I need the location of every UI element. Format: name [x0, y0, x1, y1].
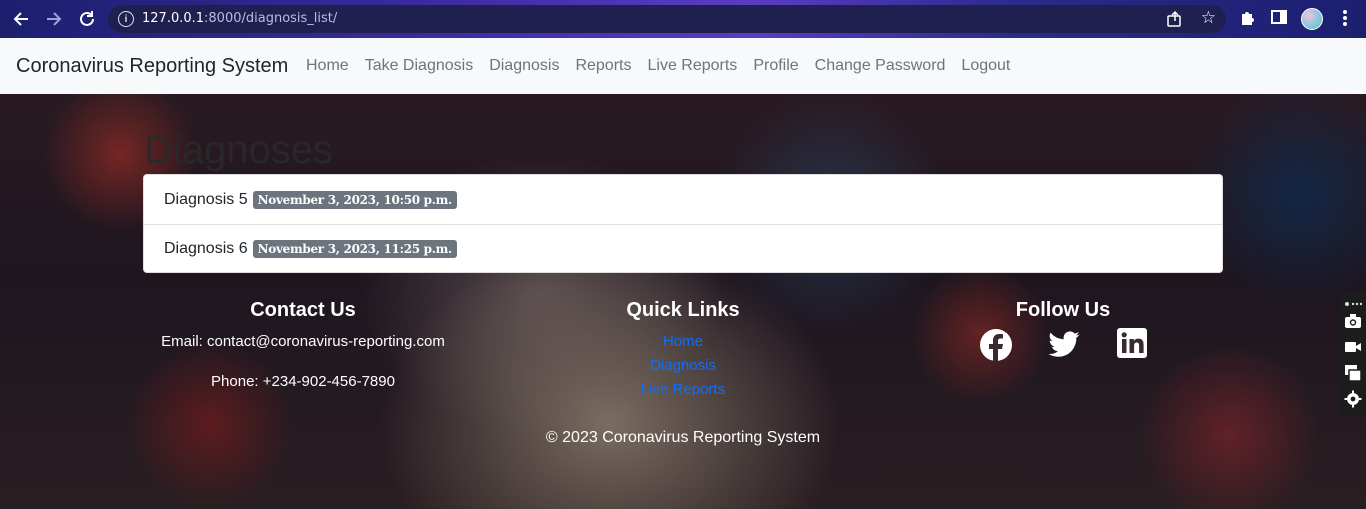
video-camera-icon[interactable]	[1344, 338, 1362, 356]
contact-heading: Contact Us	[250, 299, 356, 321]
nav-link-change-password[interactable]: Change Password	[807, 57, 954, 75]
copyright-text: © 2023 Coronavirus Reporting System	[545, 429, 821, 446]
social-links	[963, 328, 1163, 362]
page-title: Diagnoses	[144, 128, 334, 172]
nav-links: Home Take Diagnosis Diagnosis Reports Li…	[298, 57, 1018, 75]
reload-icon[interactable]	[76, 8, 98, 30]
forward-arrow-icon[interactable]	[43, 8, 65, 30]
facebook-icon[interactable]	[979, 328, 1013, 362]
profile-avatar[interactable]	[1301, 8, 1323, 30]
share-icon[interactable]	[1166, 10, 1184, 28]
url-host: 127.0.0.1	[142, 11, 205, 26]
screen-capture-toolbar	[1340, 292, 1366, 416]
diagnosis-label: Diagnosis 6	[164, 240, 248, 257]
diagnosis-list: Diagnosis 5 November 3, 2023, 10:50 p.m.…	[143, 174, 1223, 273]
nav-link-reports[interactable]: Reports	[567, 57, 639, 75]
quick-links-section: Quick Links Home Diagnosis Live Reports	[583, 294, 783, 398]
list-item[interactable]: Diagnosis 6 November 3, 2023, 11:25 p.m.	[144, 224, 1222, 273]
url-path: :8000/diagnosis_list/	[204, 11, 338, 26]
side-panel-icon[interactable]	[1270, 8, 1288, 31]
quick-links-list: Home Diagnosis Live Reports	[583, 330, 783, 402]
nav-link-diagnosis[interactable]: Diagnosis	[481, 57, 567, 75]
window-capture-icon[interactable]	[1344, 364, 1362, 382]
navbar-brand[interactable]: Coronavirus Reporting System	[16, 55, 288, 78]
url-text: 127.0.0.1:8000/diagnosis_list/	[142, 11, 337, 26]
nav-link-profile[interactable]: Profile	[745, 57, 806, 75]
browser-toolbar: i 127.0.0.1:8000/diagnosis_list/ ☆	[0, 0, 1366, 38]
quick-link-live-reports[interactable]: Live Reports	[583, 378, 783, 402]
quick-links-heading: Quick Links	[626, 299, 740, 321]
linkedin-icon[interactable]	[1115, 328, 1149, 362]
kebab-menu-icon[interactable]	[1338, 8, 1352, 33]
nav-link-home[interactable]: Home	[298, 57, 357, 75]
twitter-icon[interactable]	[1047, 328, 1081, 362]
capture-logo-icon	[1344, 296, 1363, 306]
quick-link-diagnosis[interactable]: Diagnosis	[583, 354, 783, 378]
nav-link-live-reports[interactable]: Live Reports	[639, 57, 745, 75]
camera-icon[interactable]	[1344, 312, 1362, 330]
site-footer: Contact Us Email: contact@coronavirus-re…	[0, 294, 1366, 509]
nav-link-take-diagnosis[interactable]: Take Diagnosis	[357, 57, 482, 75]
date-badge: November 3, 2023, 10:50 p.m.	[252, 190, 457, 209]
settings-gear-icon[interactable]	[1344, 390, 1362, 408]
contact-phone: Phone: +234-902-456-7890	[211, 373, 395, 390]
list-item[interactable]: Diagnosis 5 November 3, 2023, 10:50 p.m.	[144, 175, 1222, 224]
follow-section: Follow Us	[963, 294, 1163, 362]
date-badge: November 3, 2023, 11:25 p.m.	[252, 240, 457, 258]
quick-link-home[interactable]: Home	[583, 330, 783, 354]
address-bar[interactable]: i 127.0.0.1:8000/diagnosis_list/ ☆	[108, 5, 1226, 33]
bookmark-star-icon[interactable]: ☆	[1201, 8, 1216, 28]
site-navbar: Coronavirus Reporting System Home Take D…	[0, 38, 1366, 94]
diagnosis-label: Diagnosis 5	[164, 190, 248, 208]
back-arrow-icon[interactable]	[10, 8, 32, 30]
nav-link-logout[interactable]: Logout	[953, 57, 1018, 75]
contact-email: Email: contact@coronavirus-reporting.com	[161, 333, 445, 350]
site-info-icon[interactable]: i	[118, 11, 134, 27]
contact-section: Contact Us Email: contact@coronavirus-re…	[143, 294, 463, 390]
follow-heading: Follow Us	[1015, 299, 1111, 321]
extensions-puzzle-icon[interactable]	[1238, 8, 1258, 33]
